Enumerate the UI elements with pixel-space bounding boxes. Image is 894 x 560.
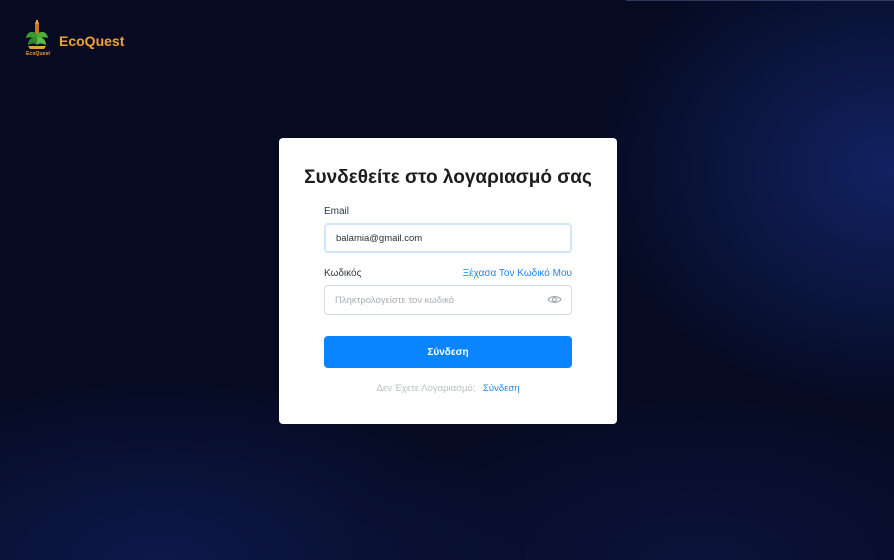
- login-card: Συνδεθείτε στο λογαριασμό σας Email bala…: [279, 138, 617, 424]
- signup-row: Δεν Έχετε Λογαριασμό; Σύνδεση: [279, 383, 617, 394]
- brand-name: EcoQuest: [59, 33, 125, 49]
- email-value: balamia@gmail.com: [336, 232, 423, 244]
- brand[interactable]: EcoQuest EcoQuest: [24, 20, 124, 58]
- email-field[interactable]: balamia@gmail.com: [324, 223, 572, 253]
- email-label: Email: [324, 206, 350, 217]
- ecoquest-logo-icon: EcoQuest: [24, 20, 54, 58]
- eye-icon[interactable]: [547, 294, 562, 305]
- forgot-password-link[interactable]: Ξέχασα Τον Κωδικό Μου: [463, 268, 572, 279]
- password-label: Κωδικός: [324, 268, 362, 279]
- password-placeholder: Πληκτρολογείστε τον κωδικό: [335, 294, 455, 306]
- logo-caption: EcoQuest: [26, 51, 51, 57]
- login-button[interactable]: Σύνδεση: [324, 336, 572, 368]
- top-divider: [626, 0, 894, 1]
- password-field[interactable]: Πληκτρολογείστε τον κωδικό: [324, 285, 572, 315]
- no-account-text: Δεν Έχετε Λογαριασμό;: [376, 383, 476, 394]
- signup-link[interactable]: Σύνδεση: [483, 383, 520, 394]
- login-title: Συνδεθείτε στο λογαριασμό σας: [304, 167, 592, 188]
